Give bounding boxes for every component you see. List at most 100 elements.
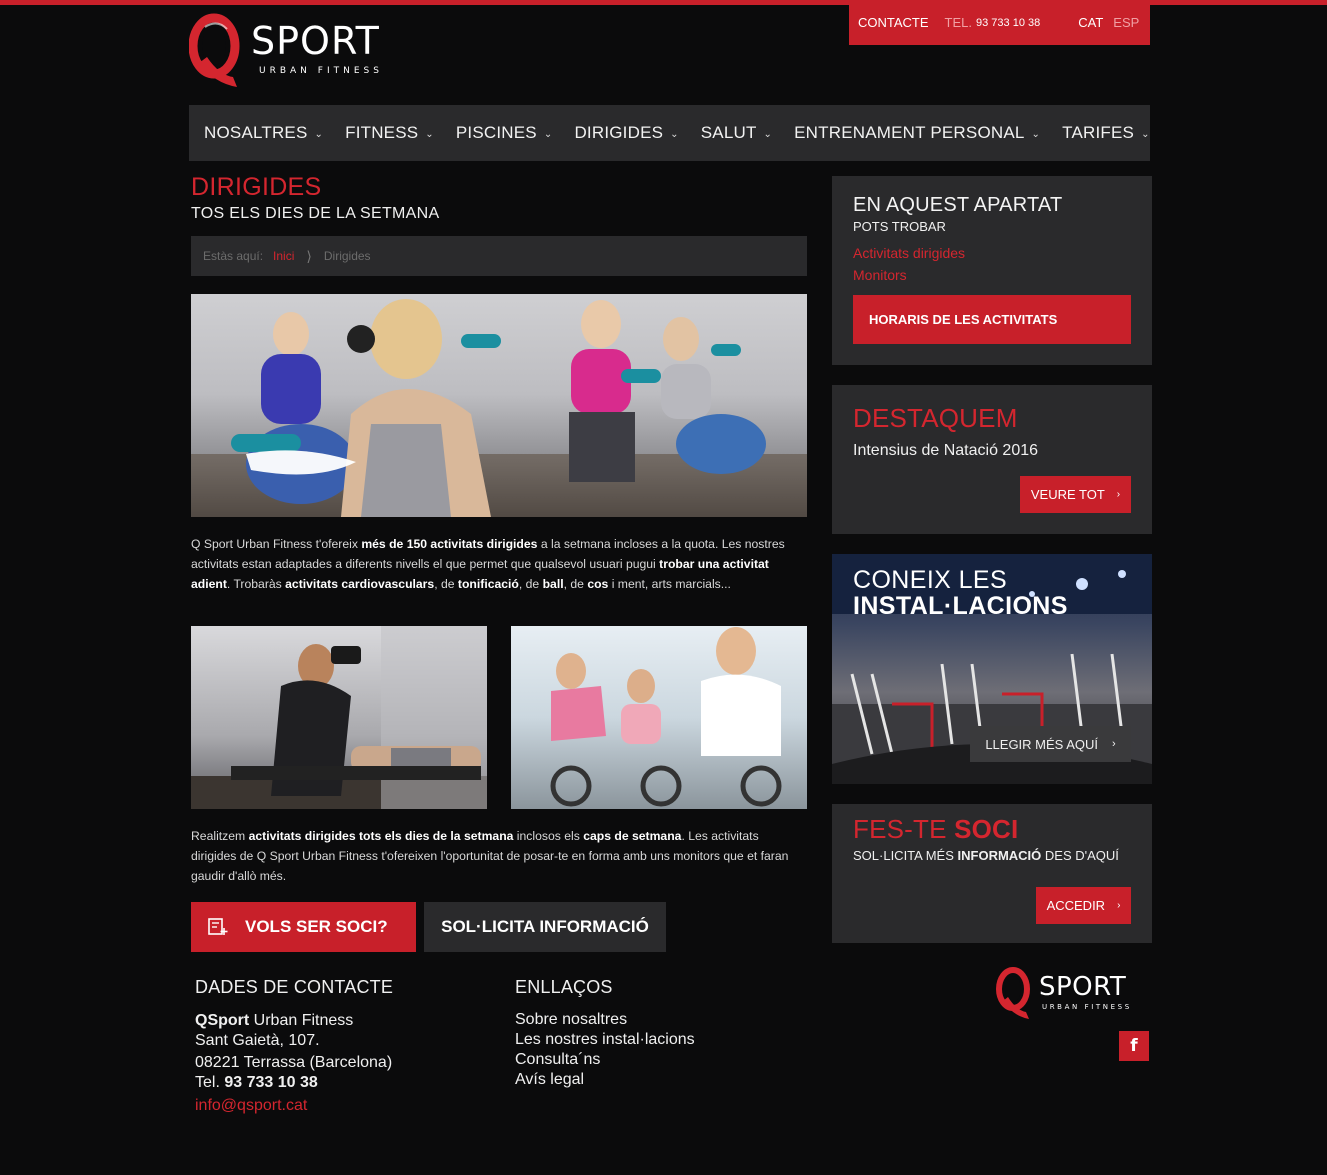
- become-member-button[interactable]: VOLS SER SOCI?: [191, 902, 416, 952]
- button-label: VOLS SER SOCI?: [245, 917, 388, 936]
- footer-logo[interactable]: SPORT URBAN FITNESS: [996, 966, 1151, 1022]
- chevron-down-icon: ⌄: [670, 128, 679, 140]
- brand-name: SPORT: [1039, 972, 1127, 1002]
- text-run-bold: més de 150 activitats dirigides: [361, 537, 538, 551]
- join-title-b: SOCI: [954, 814, 1019, 844]
- breadcrumb-prefix: Estàs aquí:: [203, 249, 264, 263]
- chevron-right-icon: ›: [1112, 738, 1116, 750]
- text-run: , de: [563, 577, 588, 591]
- button-label: ACCEDIR: [1046, 898, 1106, 913]
- facebook-icon: f: [1130, 1036, 1138, 1056]
- text-run-bold: ball: [542, 577, 564, 591]
- footer-links-title: ENLLAÇOS: [515, 977, 613, 997]
- text-run-bold: activitats cardiovasculars: [285, 577, 435, 591]
- text-run: , de: [518, 577, 543, 591]
- footer-link-contact[interactable]: Consulta´ns: [515, 1051, 600, 1069]
- chevron-down-icon: ⌄: [1031, 128, 1041, 140]
- breadcrumb: Estàs aquí: Inici ⟩ Dirigides: [191, 236, 807, 276]
- read-more-button[interactable]: LLEGIR MÉS AQUÍ ›: [970, 726, 1131, 762]
- contact-link[interactable]: CONTACTE: [858, 15, 929, 30]
- join-panel: FES-TE SOCI SOL·LICITA MÉS INFORMACIÓ DE…: [832, 804, 1152, 943]
- section-panel: EN AQUEST APARTAT POTS TROBAR Activitats…: [832, 176, 1152, 365]
- text-run-bold: tonificació: [457, 577, 519, 591]
- facilities-line1: CONEIX LES: [853, 566, 1008, 594]
- chevron-down-icon: ⌄: [763, 128, 773, 140]
- section-panel-subtitle: POTS TROBAR: [853, 219, 946, 234]
- footer-contact-title: DADES DE CONTACTE: [195, 977, 394, 997]
- nav-item-entrenament-personal[interactable]: ENTRENAMENT PERSONAL ⌄: [794, 123, 1040, 143]
- section-panel-title: EN AQUEST APARTAT: [853, 194, 1063, 216]
- chevron-right-icon: ›: [1117, 900, 1121, 911]
- text-run-bold: activitats dirigides tots els dies de la…: [248, 829, 514, 843]
- intro-paragraph: Q Sport Urban Fitness t'ofereix més de 1…: [191, 534, 807, 594]
- breadcrumb-current: Dirigides: [323, 249, 371, 263]
- tel-label: TEL.: [944, 15, 973, 30]
- lang-cat[interactable]: CAT: [1078, 15, 1103, 30]
- footer-email-link[interactable]: info@qsport.cat: [195, 1097, 307, 1115]
- nav-label: DIRIGIDES: [574, 123, 664, 142]
- chevron-down-icon: ⌄: [1141, 128, 1150, 140]
- text-run: i ment, arts marcials...: [608, 577, 731, 591]
- tel-label: Tel.: [195, 1074, 225, 1091]
- nav-label: SALUT: [700, 123, 757, 142]
- text-run: Realitzem: [191, 829, 249, 843]
- nav-item-dirigides[interactable]: DIRIGIDES ⌄: [574, 123, 678, 143]
- link-activitats-dirigides[interactable]: Activitats dirigides: [853, 245, 965, 261]
- footer-company-name: QSport Urban Fitness: [195, 1012, 353, 1030]
- button-label: LLEGIR MÉS AQUÍ: [985, 736, 1099, 752]
- text-run: inclosos els: [513, 829, 584, 843]
- featured-text[interactable]: Intensius de Natació 2016: [853, 442, 1038, 460]
- text-run-bold: caps de setmana: [583, 829, 682, 843]
- image-spinning-class: [511, 626, 807, 809]
- featured-title: DESTAQUEM: [853, 403, 1018, 433]
- schedule-button[interactable]: HORARIS DE LES ACTIVITATS: [853, 295, 1131, 344]
- chevron-down-icon: ⌄: [543, 128, 553, 140]
- button-label: HORARIS DE LES ACTIVITATS: [869, 312, 1058, 327]
- footer-street: Sant Gaietà, 107.: [195, 1032, 320, 1049]
- brand-tagline: URBAN FITNESS: [1042, 1003, 1132, 1011]
- link-monitors[interactable]: Monitors: [853, 267, 907, 283]
- tel-number[interactable]: 93 733 10 38: [976, 17, 1040, 29]
- main-nav: NOSALTRES ⌄ FITNESS ⌄ PISCINES ⌄ DIRIGIDES ⌄…: [189, 105, 1150, 161]
- form-plus-icon: [208, 918, 228, 935]
- chevron-down-icon: ⌄: [314, 128, 324, 140]
- company-name-rest: Urban Fitness: [249, 1012, 354, 1029]
- tel-number[interactable]: 93 733 10 38: [224, 1074, 317, 1091]
- nav-label: TARIFES: [1062, 123, 1135, 142]
- access-button[interactable]: ACCEDIR ›: [1036, 887, 1131, 924]
- nav-item-nosaltres[interactable]: NOSALTRES ⌄: [204, 123, 323, 143]
- nav-item-salut[interactable]: SALUT ⌄: [701, 123, 772, 143]
- nav-label: PISCINES: [455, 123, 537, 142]
- facebook-button[interactable]: f: [1119, 1031, 1149, 1061]
- text-run: DES D'AQUÍ: [1041, 848, 1119, 863]
- text-run: , de: [434, 577, 458, 591]
- breadcrumb-home-link[interactable]: Inici: [273, 249, 294, 263]
- lang-esp[interactable]: ESP: [1113, 15, 1139, 30]
- footer-link-facilities[interactable]: Les nostres instal·lacions: [515, 1031, 695, 1049]
- footer-link-legal[interactable]: Avís legal: [515, 1071, 584, 1089]
- q-logo-icon: [996, 967, 1030, 1019]
- facilities-line2: INSTAL·LACIONS: [853, 592, 1068, 620]
- footer-link-about[interactable]: Sobre nosaltres: [515, 1011, 627, 1029]
- facilities-banner[interactable]: CONEIX LES INSTAL·LACIONS LLEGIR MÉS AQU…: [832, 554, 1152, 784]
- button-label: VEURE TOT: [1030, 487, 1105, 502]
- request-info-button[interactable]: SOL·LICITA INFORMACIÓ: [424, 902, 666, 952]
- brand-tagline: URBAN FITNESS: [259, 66, 383, 76]
- button-label: SOL·LICITA INFORMACIÓ: [441, 917, 649, 936]
- chevron-right-icon: ›: [1116, 489, 1121, 500]
- detail-paragraph: Realitzem activitats dirigides tots els …: [191, 826, 807, 886]
- nav-item-piscines[interactable]: PISCINES ⌄: [456, 123, 553, 143]
- text-run: SOL·LICITA MÉS: [853, 848, 958, 863]
- site-logo[interactable]: SPORT URBAN FITNESS: [189, 13, 409, 91]
- company-name-bold: QSport: [195, 1012, 250, 1029]
- footer-tel: Tel. 93 733 10 38: [195, 1074, 318, 1092]
- text-run-bold: INFORMACIÓ: [957, 848, 1042, 863]
- view-all-button[interactable]: VEURE TOT ›: [1020, 476, 1131, 513]
- nav-item-fitness[interactable]: FITNESS ⌄: [345, 123, 434, 143]
- text-run-bold: cos: [587, 577, 609, 591]
- join-text: SOL·LICITA MÉS INFORMACIÓ DES D'AQUÍ: [853, 848, 1119, 863]
- join-title: FES-TE SOCI: [853, 814, 1018, 845]
- text-run: . Trobaràs: [226, 577, 286, 591]
- brand-name: SPORT: [251, 19, 380, 63]
- nav-item-tarifes[interactable]: TARIFES ⌄: [1062, 123, 1150, 143]
